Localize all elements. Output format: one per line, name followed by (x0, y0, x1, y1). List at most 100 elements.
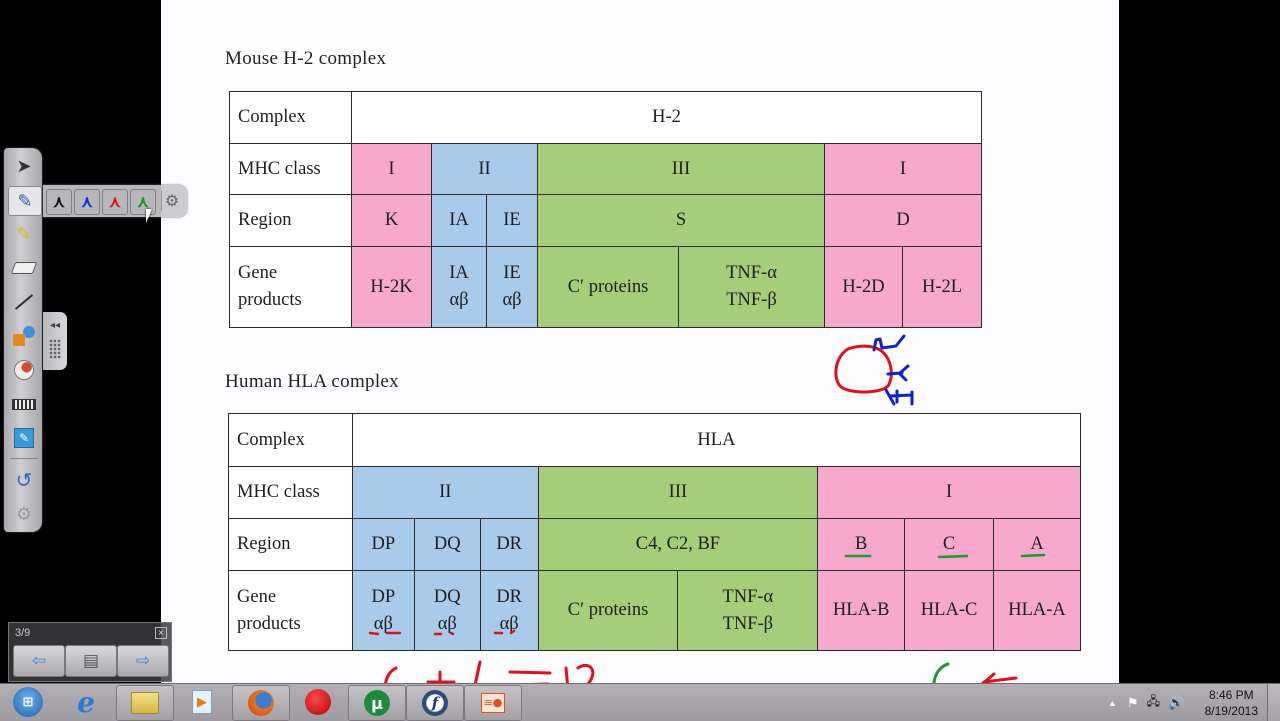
region-cell: IE (486, 194, 538, 247)
notebook-icon: ✎ (14, 428, 34, 448)
clock-date: 8/19/2013 (1204, 704, 1258, 718)
gene-product-cell: DQ αβ (413, 570, 481, 651)
row-label-complex: Complex (229, 91, 352, 144)
region-cell: DP (351, 518, 415, 571)
region-cell: A (993, 518, 1081, 571)
black-pen-button[interactable]: ⋏ (46, 189, 72, 215)
row-label-complex: Complex (228, 413, 353, 467)
pen-icon: ✎ (17, 190, 33, 211)
highlighter-icon: ✎ (16, 223, 32, 244)
gene-line: IA (449, 263, 469, 283)
show-desktop-button[interactable] (1267, 684, 1280, 721)
notebook-button[interactable]: ✎ (8, 424, 40, 452)
gene-product-cell: IE αβ (486, 246, 538, 328)
class-cell: I (824, 143, 982, 195)
gene-line: IE (503, 263, 521, 283)
windows-taskbar: ⊞ e ▶ µ f ≡● ▲ ⚑ 🖧 🔊 8:46 PM 8/19/2013 (0, 683, 1280, 721)
taskbar-media-player[interactable]: ▶ (174, 685, 230, 719)
page-menu-button[interactable]: ▤ (65, 645, 117, 677)
mouse-h2-table: Complex H-2 MHC class I II III I Region … (229, 91, 982, 328)
shapes-tool-button[interactable] (8, 322, 40, 350)
gene-product-cell: C′ proteins (537, 570, 679, 651)
taskbar-powerpoint[interactable]: ≡● (464, 685, 522, 721)
region-cell: C (904, 518, 995, 571)
pen-color-flyout: ⋏ ⋏ ⋏ ⋏ ⚙ (43, 185, 187, 217)
gear-icon: ⚙ (164, 191, 180, 210)
taskbar-utorrent[interactable]: µ (348, 685, 406, 721)
system-tray: ▲ ⚑ 🖧 🔊 (1108, 684, 1184, 721)
region-cell: S (537, 194, 825, 247)
media-play-icon: ▶ (192, 690, 212, 714)
pen-tool-button[interactable]: ✎ (8, 186, 42, 216)
taskbar-internet-explorer[interactable]: e (58, 685, 114, 719)
document-down-icon: ▤ (82, 651, 100, 671)
shapes-icon (13, 326, 35, 346)
gene-product-cell: HLA-C (904, 570, 995, 651)
gene-line: TNF-α (726, 263, 777, 283)
gene-line: αβ (499, 613, 519, 634)
gene-line: αβ (502, 290, 522, 310)
keyboard-button[interactable] (8, 390, 40, 418)
line-tool-button[interactable] (8, 288, 40, 316)
select-tool-button[interactable]: ➤ (8, 152, 40, 180)
toolbar-divider (10, 458, 38, 459)
gene-line: DR (496, 586, 523, 607)
blue-pen-button[interactable]: ⋏ (74, 189, 100, 215)
windows-logo-icon: ⊞ (13, 687, 43, 717)
gene-product-cell: DP αβ (351, 570, 415, 651)
settings-button[interactable]: ⚙ (8, 500, 40, 528)
row-label-mhc-class: MHC class (228, 466, 353, 519)
page-counter: 3/9 (15, 627, 31, 639)
keyboard-icon (12, 398, 36, 410)
black-pen-icon: ⋏ (53, 194, 65, 211)
taskbar-clock[interactable]: 8:46 PM 8/19/2013 (1205, 687, 1258, 719)
close-navigator-button[interactable]: × (155, 627, 167, 639)
action-center-flag-icon[interactable]: ⚑ (1127, 695, 1139, 711)
collapse-arrows-icon: ◂◂ (49, 320, 61, 331)
class-cell: I (351, 143, 432, 195)
gene-line: DQ (433, 586, 461, 607)
green-pen-button[interactable]: ⋏ (130, 189, 156, 215)
complex-cell: HLA (351, 413, 1082, 467)
region-cell: K (351, 194, 432, 247)
gene-product-cell: IA αβ (431, 246, 487, 328)
taskbar-file-explorer[interactable] (116, 685, 174, 721)
gene-line: αβ (449, 290, 469, 310)
gene-line: TNF-β (726, 290, 777, 310)
toolbar-collapse-tab[interactable]: ◂◂ (43, 312, 67, 370)
cursor-arrow-icon: ➤ (16, 155, 32, 176)
magic-pen-tool-button[interactable] (8, 356, 40, 384)
region-cell: B (817, 518, 906, 571)
region-cell: DR (479, 518, 539, 571)
arrow-right-icon: ⇨ (135, 651, 151, 671)
network-icon[interactable]: 🖧 (1147, 692, 1160, 713)
next-page-button[interactable]: ⇨ (117, 645, 169, 677)
eraser-tool-button[interactable] (8, 254, 40, 282)
complex-cell: H-2 (351, 91, 982, 144)
firefox-icon (248, 690, 274, 716)
highlighter-tool-button[interactable]: ✎ (8, 220, 40, 248)
gene-products-label: Gene products (237, 586, 301, 634)
human-table-title: Human HLA complex (225, 371, 399, 392)
class-cell: I (817, 466, 1081, 519)
class-cell: III (537, 143, 825, 195)
gene-product-cell: C′ proteins (537, 246, 679, 328)
row-label-mhc-class: MHC class (229, 143, 352, 195)
pen-settings-button[interactable]: ⚙ (161, 191, 182, 211)
taskbar-record-app[interactable] (290, 685, 346, 719)
gene-product-cell: H-2K (351, 246, 432, 328)
gene-product-cell: H-2L (902, 246, 982, 328)
taskbar-flash[interactable]: f (406, 685, 464, 721)
page-navigator: 3/9 × ⇦ ▤ ⇨ (8, 622, 172, 682)
previous-page-button[interactable]: ⇦ (13, 645, 65, 677)
undo-button[interactable]: ↺ (8, 466, 40, 494)
start-button[interactable]: ⊞ (0, 685, 56, 719)
gene-line: DP (371, 586, 396, 607)
taskbar-firefox[interactable] (232, 685, 290, 721)
eraser-icon (10, 262, 38, 274)
gene-product-cell: TNF-α TNF-β (677, 570, 819, 651)
blue-pen-icon: ⋏ (81, 194, 93, 211)
volume-icon[interactable]: 🔊 (1168, 695, 1184, 711)
show-hidden-icons-button[interactable]: ▲ (1108, 698, 1117, 708)
red-pen-button[interactable]: ⋏ (102, 189, 128, 215)
